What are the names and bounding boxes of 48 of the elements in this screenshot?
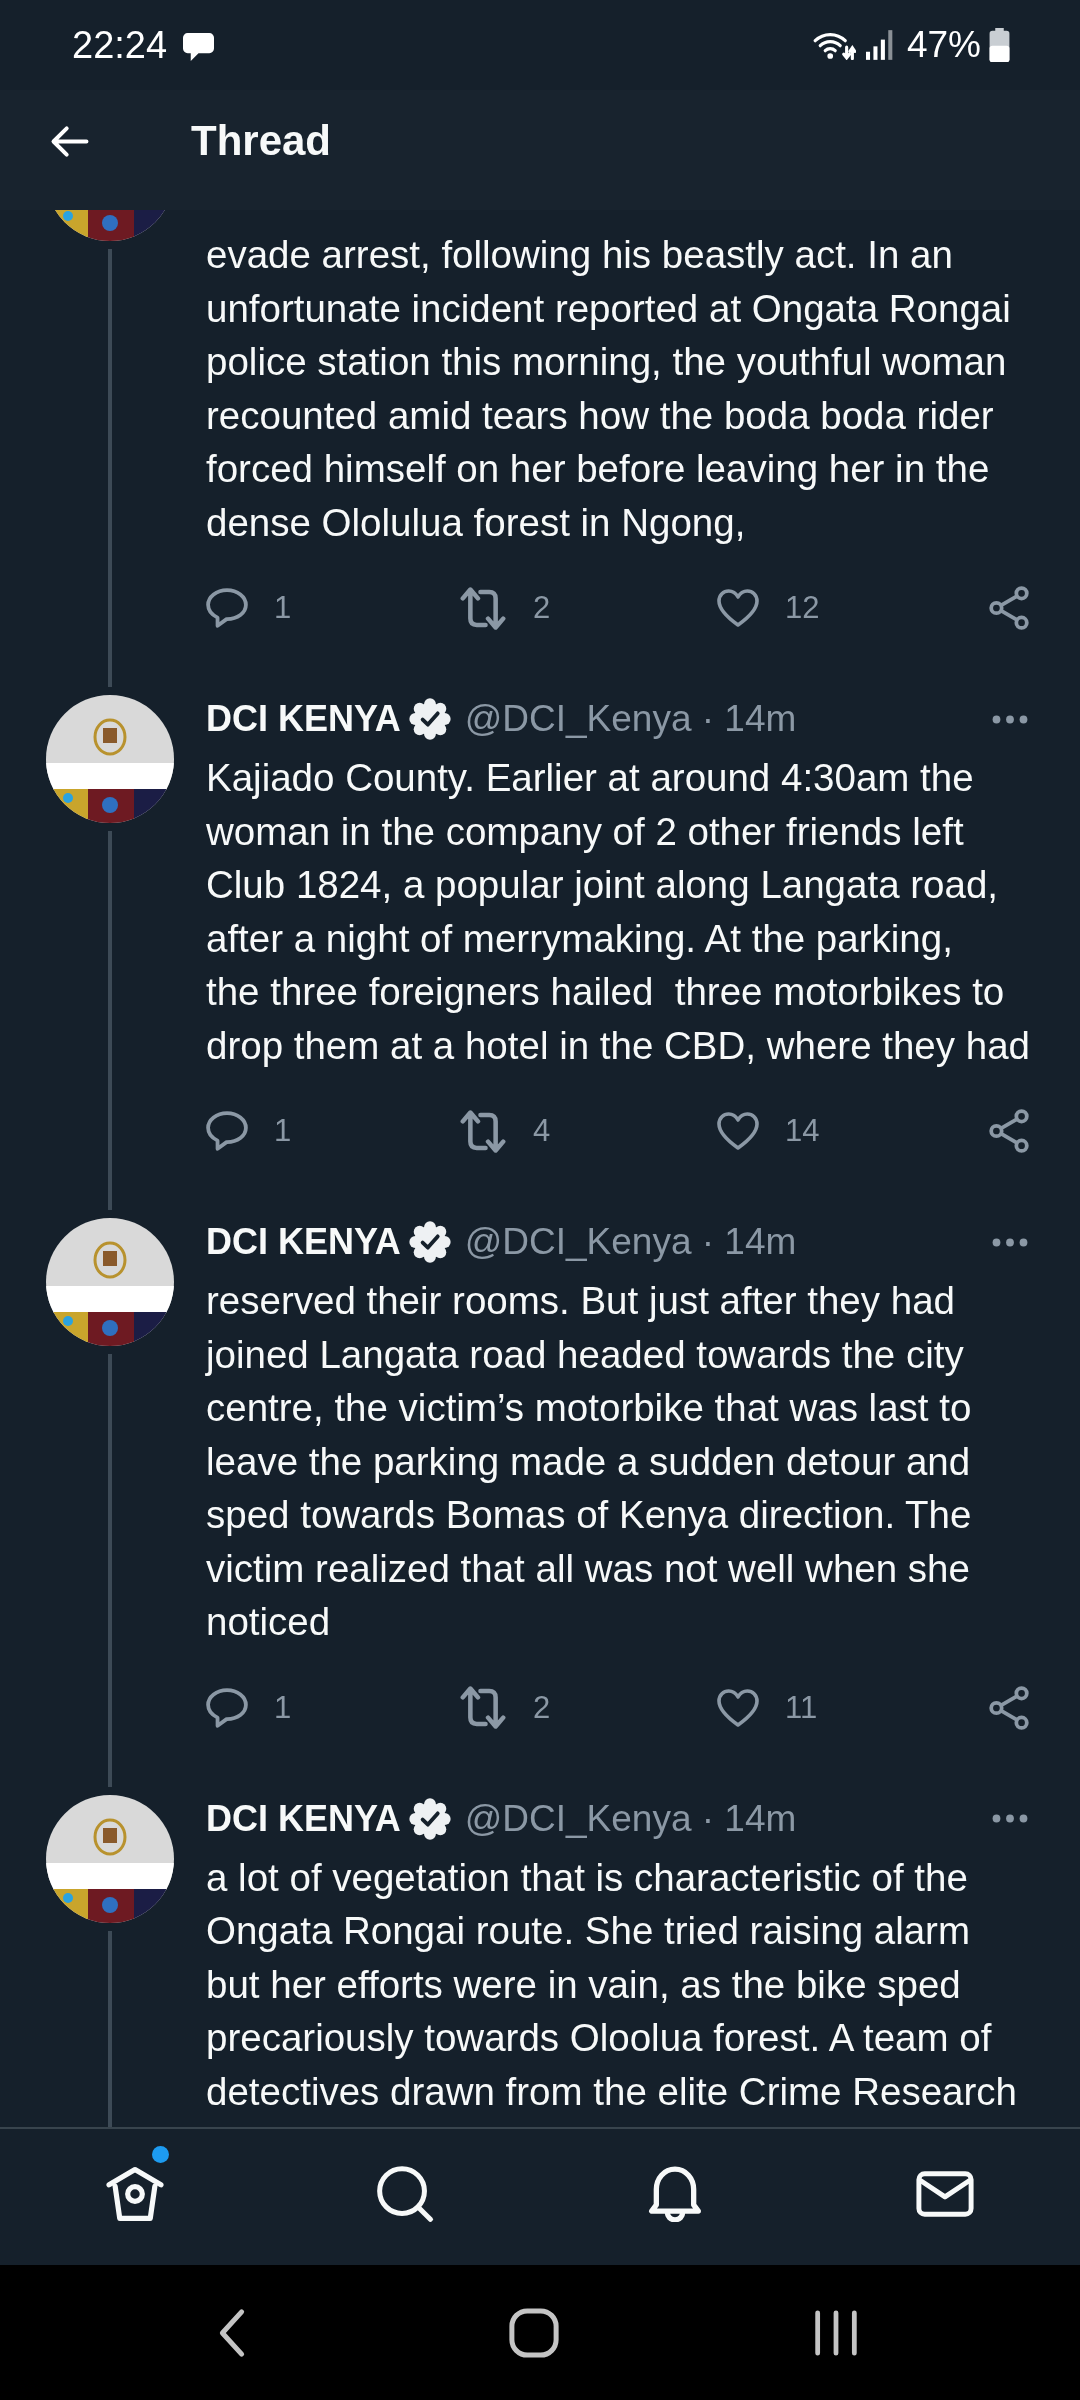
- heart-icon: [717, 588, 759, 628]
- reply-icon: [206, 1111, 248, 1151]
- reply-icon: [206, 1687, 248, 1728]
- retweet-button[interactable]: 2: [459, 1686, 551, 1729]
- like-button[interactable]: 12: [717, 588, 820, 628]
- tweet-text: a lot of vegetation that is characteristic of the Ongata Rongai route. She tried raising alarm but her efforts were in vain, as the bike sped precariously towards Oloolua forest. A team of detectives drawn from the elite Crime Research: [206, 1854, 1018, 2115]
- heart-icon: [717, 1111, 759, 1151]
- nav-back-icon[interactable]: [218, 2307, 246, 2358]
- share-icon[interactable]: [989, 1109, 1029, 1153]
- back-icon[interactable]: [50, 124, 90, 158]
- author-name: DCI KENYA: [206, 698, 401, 740]
- reply-button[interactable]: 1: [206, 1687, 292, 1728]
- header-title: Thread: [191, 117, 332, 165]
- share-icon[interactable]: [989, 1685, 1029, 1730]
- retweet-icon: [459, 586, 507, 630]
- reply-button[interactable]: 1: [206, 1111, 292, 1151]
- like-button[interactable]: 14: [717, 1111, 820, 1151]
- tweet-text: Kajiado County. Earlier at around 4:30am the woman in the company of 2 other friends left Club 1824, a popular joint along Langata road, after a night of merrymaking. At the parking, the three foreigners hailed three motorbikes to drop them at a hotel in the CBD, where they had: [206, 755, 1031, 1069]
- recents-icon[interactable]: [814, 2308, 858, 2357]
- retweet-button[interactable]: 4: [459, 1109, 551, 1153]
- signal-icon: [865, 30, 893, 60]
- home-icon[interactable]: [106, 2166, 164, 2222]
- author-name: DCI KENYA: [206, 1221, 401, 1263]
- author-handle: @DCI_Kenya · 14m: [464, 1221, 797, 1263]
- battery-icon: [989, 28, 1010, 62]
- author-handle: @DCI_Kenya · 14m: [464, 698, 797, 740]
- tweet-text: evade arrest, following his beastly act. In an unfortunate incident reported at Ongata Rongai police station this morning, the youthful woman recounted amid tears how the boda boda rider forced himself on her before leaving her in the dense Ololulua forest in Ngong,: [206, 232, 1012, 546]
- nav-home-icon[interactable]: [509, 2307, 559, 2358]
- like-button[interactable]: 11: [717, 1687, 818, 1728]
- search-icon[interactable]: [376, 2166, 434, 2222]
- more-icon[interactable]: [992, 714, 1028, 724]
- retweet-button[interactable]: 2: [459, 586, 551, 630]
- heart-icon: [717, 1687, 759, 1728]
- wifi-icon: [812, 30, 856, 60]
- author-handle: @DCI_Kenya · 14m: [464, 1797, 797, 1840]
- more-icon[interactable]: [992, 1814, 1028, 1823]
- retweet-icon: [459, 1109, 507, 1153]
- more-icon[interactable]: [992, 1237, 1028, 1247]
- status-time: 22:24: [72, 23, 168, 67]
- reply-icon: [206, 588, 248, 628]
- tweet-text: reserved their rooms. But just after they had joined Langata road headed towards the city centre, the victim’s motorbike that was last to leave the parking made a sudden detour and sped towards Bomas of Kenya direction. The victim realized that all was not well when she noticed: [206, 1278, 973, 1645]
- share-icon[interactable]: [989, 586, 1029, 630]
- message-icon: [183, 33, 215, 61]
- reply-button[interactable]: 1: [206, 588, 292, 628]
- retweet-icon: [459, 1686, 507, 1729]
- author-name: DCI KENYA: [206, 1797, 401, 1840]
- bell-icon[interactable]: [646, 2166, 704, 2222]
- battery-percent: 47%: [906, 24, 981, 66]
